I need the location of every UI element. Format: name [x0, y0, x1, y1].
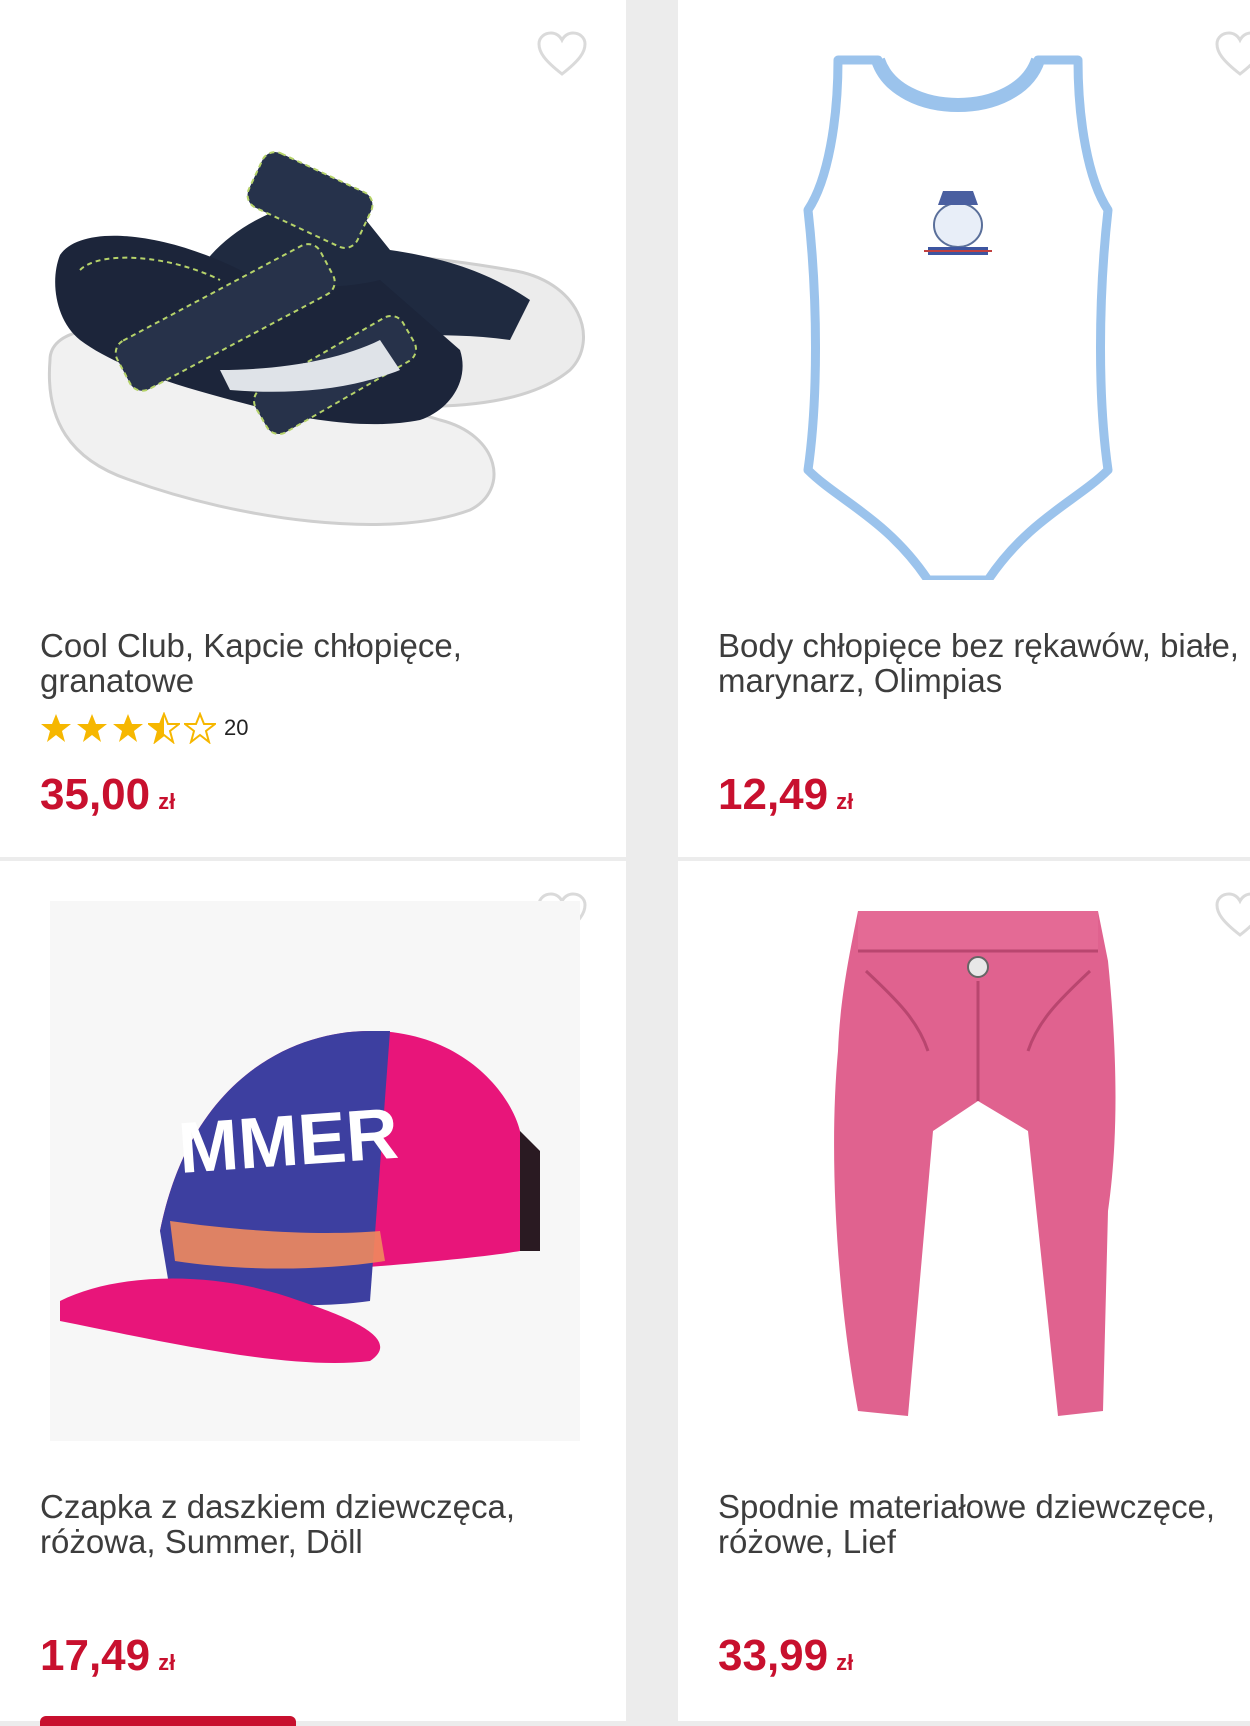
product-title-line2[interactable]: marynarz, Olimpias	[718, 662, 1002, 699]
product-price: 17,49 zł	[40, 1631, 175, 1688]
product-card[interactable]: MMER Czapka z daszkiem dziewczęca, różow…	[0, 861, 626, 1721]
product-title[interactable]: Cool Club, Kapcie chłopięce, granatowe	[40, 628, 600, 698]
price-currency: zł	[836, 789, 854, 814]
product-title[interactable]: Spodnie materiałowe dziewczęce, różowe, …	[718, 1489, 1250, 1559]
star-icon	[113, 714, 143, 742]
product-title-line1[interactable]: Body chłopięce bez rękawów, białe,	[718, 627, 1239, 664]
cap-print-text: MMER	[176, 1094, 401, 1189]
product-image-trousers[interactable]	[758, 901, 1198, 1441]
price-value: 12,49	[718, 770, 829, 819]
price-value: 35,00	[40, 770, 151, 819]
price-currency: zł	[158, 1650, 176, 1675]
star-icon	[77, 714, 107, 742]
price-currency: zł	[836, 1650, 854, 1675]
bottom-button-edge[interactable]	[40, 1716, 296, 1726]
product-title-line1[interactable]: Czapka z daszkiem dziewczęca,	[40, 1488, 515, 1525]
product-image-sandals[interactable]	[40, 40, 590, 580]
star-empty-icon	[184, 712, 216, 744]
product-card[interactable]: Body chłopięce bez rękawów, białe, maryn…	[678, 0, 1250, 857]
rating-count: 20	[224, 715, 249, 740]
product-image-bodysuit[interactable]	[758, 40, 1198, 580]
product-title-line2[interactable]: różowe, Lief	[718, 1523, 896, 1560]
product-title-line2[interactable]: granatowe	[40, 662, 194, 699]
rating: 20	[40, 712, 248, 744]
product-price: 12,49 zł	[718, 770, 853, 827]
product-card[interactable]: Spodnie materiałowe dziewczęce, różowe, …	[678, 861, 1250, 1721]
heart-icon[interactable]	[1214, 30, 1250, 78]
heart-icon[interactable]	[1214, 891, 1250, 939]
product-price: 35,00 zł	[40, 770, 175, 827]
product-image-cap[interactable]: MMER	[40, 901, 590, 1441]
product-title[interactable]: Czapka z daszkiem dziewczęca, różowa, Su…	[40, 1489, 600, 1559]
price-value: 33,99	[718, 1631, 829, 1680]
product-title[interactable]: Body chłopięce bez rękawów, białe, maryn…	[718, 628, 1250, 698]
product-price: 33,99 zł	[718, 1631, 853, 1688]
product-title-line1[interactable]: Cool Club, Kapcie chłopięce,	[40, 627, 462, 664]
star-icon	[41, 714, 71, 742]
product-title-line1[interactable]: Spodnie materiałowe dziewczęce,	[718, 1488, 1215, 1525]
price-currency: zł	[158, 789, 176, 814]
product-card[interactable]: Cool Club, Kapcie chłopięce, granatowe 2…	[0, 0, 626, 857]
price-value: 17,49	[40, 1631, 151, 1680]
star-half-icon	[148, 712, 180, 744]
product-title-line2[interactable]: różowa, Summer, Döll	[40, 1523, 363, 1560]
